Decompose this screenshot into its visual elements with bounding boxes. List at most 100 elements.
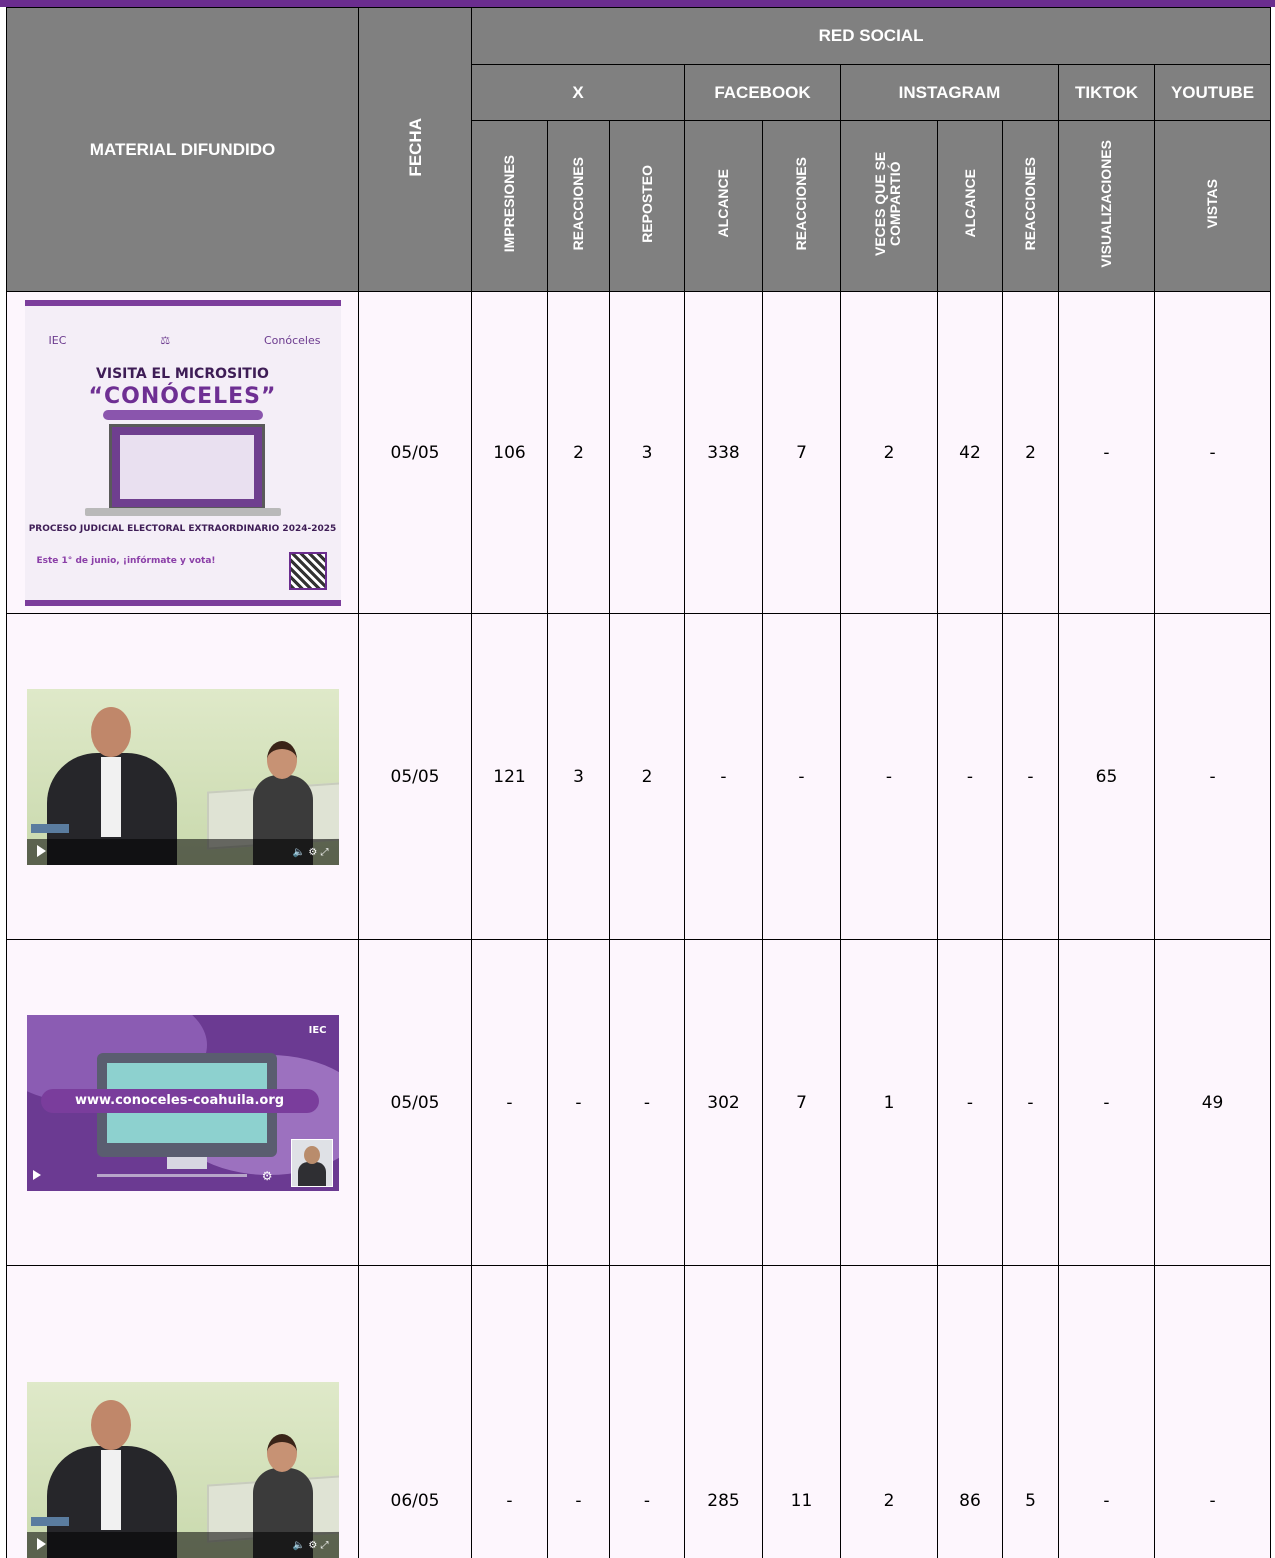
header-x-reposteo-label: REPOSTEO [640,165,655,243]
x-reposteo-cell: 3 [610,292,685,614]
x-impresiones-cell: 121 [472,614,548,940]
header-network-x: X [472,65,685,121]
header-tt-visualizaciones-label: VISUALIZACIONES [1099,140,1114,268]
poster-url-bar [103,410,263,420]
play-icon[interactable] [33,1170,41,1180]
material-cell: 🔈 ⚙ ⤢ [7,1266,359,1558]
fb-alcance-cell: 338 [685,292,763,614]
header-ig-compartio-label: VECES QUE SE COMPARTIÓ [873,124,905,284]
header-yt-vistas-label: VISTAS [1205,179,1220,229]
table-body: IEC ⚖ Conóceles VISITA EL MICROSITIO “CO… [7,292,1271,1558]
header-yt-vistas: VISTAS [1155,121,1271,292]
fb-reacciones-cell: 11 [763,1266,841,1558]
video-url-banner: www.conoceles-coahuila.org [41,1089,319,1113]
tt-visualizaciones-cell: - [1059,940,1155,1266]
caption-tag [31,824,69,833]
video-controls-bar: 🔈 ⚙ ⤢ [27,1532,339,1558]
header-x-impresiones-label: IMPRESIONES [502,155,517,252]
fb-reacciones-cell: 7 [763,292,841,614]
fecha-cell: 05/05 [359,292,472,614]
ig-reacciones-cell: 2 [1003,292,1059,614]
yt-vistas-cell: - [1155,1266,1271,1558]
x-reacciones-cell: - [548,940,610,1266]
conoceles-logo: Conóceles [264,334,320,347]
ig-compartio-cell: - [841,614,938,940]
monitor-stand [167,1157,207,1169]
ig-alcance-cell: - [938,614,1003,940]
ig-compartio-cell: 1 [841,940,938,1266]
header-ig-reacciones-label: REACCIONES [1023,157,1038,250]
video-controls-bar: ⚙ [27,1169,287,1183]
ig-alcance-cell: - [938,940,1003,1266]
judicial-logo-icon: ⚖ [160,334,170,347]
header-network-facebook: FACEBOOK [685,65,841,121]
fecha-cell: 05/05 [359,940,472,1266]
ig-compartio-cell: 2 [841,292,938,614]
yt-vistas-cell: - [1155,292,1271,614]
top-accent-bar [0,0,1275,7]
x-reposteo-cell: - [610,940,685,1266]
header-fb-alcance-label: ALCANCE [716,169,731,237]
video-thumbnail[interactable]: 🔈 ⚙ ⤢ [27,1382,339,1558]
poster-line4: Este 1° de junio, ¡infórmate y vota! [37,556,216,567]
header-network-youtube: YOUTUBE [1155,65,1271,121]
purple-video-thumbnail[interactable]: IEC www.conoceles-coahuila.org ⚙ [27,1015,339,1191]
fb-alcance-cell: - [685,614,763,940]
ig-reacciones-cell: 5 [1003,1266,1059,1558]
play-icon[interactable] [37,1538,46,1550]
yt-vistas-cell: 49 [1155,940,1271,1266]
progress-bar[interactable] [97,1174,247,1177]
x-reposteo-cell: 2 [610,614,685,940]
video-thumbnail[interactable]: 🔈 ⚙ ⤢ [27,689,339,865]
tt-visualizaciones-cell: - [1059,1266,1155,1558]
gear-icon[interactable]: ⚙ [262,1169,273,1183]
volume-settings-icons[interactable]: 🔈 ⚙ ⤢ [293,1540,329,1551]
fecha-cell: 06/05 [359,1266,472,1558]
header-network-instagram: INSTAGRAM [841,65,1059,121]
x-reacciones-cell: 3 [548,614,610,940]
header-fb-alcance: ALCANCE [685,121,763,292]
poster-logos: IEC ⚖ Conóceles [49,334,321,347]
fecha-cell: 05/05 [359,614,472,940]
ig-alcance-cell: 86 [938,1266,1003,1558]
ig-alcance-cell: 42 [938,292,1003,614]
fb-alcance-cell: 285 [685,1266,763,1558]
fb-reacciones-cell: - [763,614,841,940]
yt-vistas-cell: - [1155,614,1271,940]
table-row: IEC www.conoceles-coahuila.org ⚙ 05/05 -… [7,940,1271,1266]
table-row: IEC ⚖ Conóceles VISITA EL MICROSITIO “CO… [7,292,1271,614]
x-reacciones-cell: - [548,1266,610,1558]
table-row: 🔈 ⚙ ⤢ 06/05 - - - 285 11 2 86 5 - - [7,1266,1271,1558]
ig-compartio-cell: 2 [841,1266,938,1558]
fb-alcance-cell: 302 [685,940,763,1266]
tt-visualizaciones-cell: - [1059,292,1155,614]
x-reposteo-cell: - [610,1266,685,1558]
laptop-base [85,508,281,516]
sign-language-interpreter [291,1139,333,1187]
x-impresiones-cell: - [472,1266,548,1558]
material-cell: IEC ⚖ Conóceles VISITA EL MICROSITIO “CO… [7,292,359,614]
material-cell: 🔈 ⚙ ⤢ [7,614,359,940]
header-x-impresiones: IMPRESIONES [472,121,548,292]
poster-line2: “CONÓCELES” [25,384,341,409]
ig-reacciones-cell: - [1003,940,1059,1266]
x-impresiones-cell: - [472,940,548,1266]
header-fb-reacciones: REACCIONES [763,121,841,292]
volume-settings-icons[interactable]: 🔈 ⚙ ⤢ [293,847,329,858]
header-x-reposteo: REPOSTEO [610,121,685,292]
video-controls-bar: 🔈 ⚙ ⤢ [27,839,339,865]
material-cell: IEC www.conoceles-coahuila.org ⚙ [7,940,359,1266]
play-icon[interactable] [37,845,46,857]
x-impresiones-cell: 106 [472,292,548,614]
table-header: MATERIAL DIFUNDIDO FECHA RED SOCIAL X FA… [7,8,1271,292]
table-row: 🔈 ⚙ ⤢ 05/05 121 3 2 - - - - - 65 - [7,614,1271,940]
fb-reacciones-cell: 7 [763,940,841,1266]
ig-reacciones-cell: - [1003,614,1059,940]
tt-visualizaciones-cell: 65 [1059,614,1155,940]
caption-tag [31,1517,69,1526]
header-network-tiktok: TIKTOK [1059,65,1155,121]
header-x-reacciones: REACCIONES [548,121,610,292]
qr-code-icon [289,552,327,590]
header-ig-reacciones: REACCIONES [1003,121,1059,292]
poster-thumbnail[interactable]: IEC ⚖ Conóceles VISITA EL MICROSITIO “CO… [25,300,341,606]
